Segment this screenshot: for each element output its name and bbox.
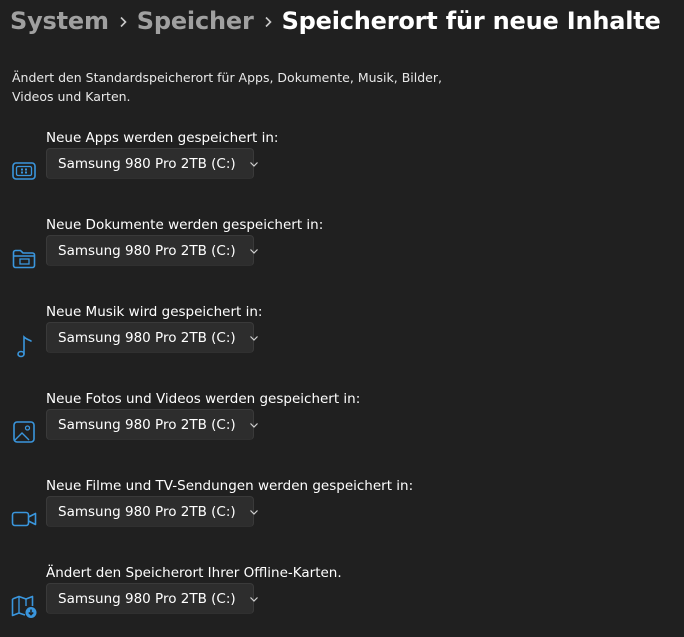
offline-map-icon	[10, 592, 38, 620]
dropdown-value: Samsung 980 Pro 2TB (C:)	[58, 329, 236, 346]
page-title: Speicherort für neue Inhalte	[281, 7, 661, 35]
setting-documents-label: Neue Dokumente werden gespeichert in:	[46, 217, 324, 233]
setting-movies-label: Neue Filme und TV-Sendungen werden gespe…	[46, 478, 414, 494]
dropdown-value: Samsung 980 Pro 2TB (C:)	[58, 503, 236, 520]
setting-music: Neue Musik wird gespeichert in: Samsung …	[0, 303, 684, 373]
chevron-down-icon	[248, 158, 260, 170]
setting-documents: Neue Dokumente werden gespeichert in: Sa…	[0, 216, 684, 286]
documents-folder-icon	[10, 244, 38, 272]
setting-photos-label: Neue Fotos und Videos werden gespeichert…	[46, 391, 361, 407]
video-camera-icon	[10, 505, 38, 533]
dropdown-value: Samsung 980 Pro 2TB (C:)	[58, 155, 236, 172]
breadcrumb: System Speicher Speicherort für neue Inh…	[10, 3, 661, 39]
setting-offline-maps: Ändert den Speicherort Ihrer Offline-Kar…	[0, 564, 684, 634]
documents-location-dropdown[interactable]: Samsung 980 Pro 2TB (C:)	[46, 235, 258, 266]
dropdown-value: Samsung 980 Pro 2TB (C:)	[58, 416, 236, 433]
dropdown-value: Samsung 980 Pro 2TB (C:)	[58, 242, 236, 259]
chevron-down-icon	[248, 419, 260, 431]
setting-movies: Neue Filme und TV-Sendungen werden gespe…	[0, 477, 684, 547]
dropdown-value: Samsung 980 Pro 2TB (C:)	[58, 590, 236, 607]
breadcrumb-system[interactable]: System	[10, 7, 109, 35]
chevron-right-icon	[254, 12, 282, 31]
chevron-down-icon	[248, 245, 260, 257]
setting-offline-maps-label: Ändert den Speicherort Ihrer Offline-Kar…	[46, 565, 342, 581]
photo-icon	[10, 418, 38, 446]
music-note-icon	[10, 331, 38, 359]
chevron-right-icon	[109, 12, 137, 31]
setting-apps-label: Neue Apps werden gespeichert in:	[46, 130, 279, 146]
apps-location-dropdown[interactable]: Samsung 980 Pro 2TB (C:)	[46, 148, 258, 179]
chevron-down-icon	[248, 506, 260, 518]
setting-apps: Neue Apps werden gespeichert in: Samsung…	[0, 129, 684, 199]
apps-icon	[10, 157, 38, 185]
chevron-down-icon	[248, 332, 260, 344]
offline-maps-location-dropdown[interactable]: Samsung 980 Pro 2TB (C:)	[46, 583, 258, 614]
photos-location-dropdown[interactable]: Samsung 980 Pro 2TB (C:)	[46, 409, 258, 440]
chevron-down-icon	[248, 593, 260, 605]
setting-music-label: Neue Musik wird gespeichert in:	[46, 304, 263, 320]
setting-photos: Neue Fotos und Videos werden gespeichert…	[0, 390, 684, 460]
music-location-dropdown[interactable]: Samsung 980 Pro 2TB (C:)	[46, 322, 258, 353]
movies-location-dropdown[interactable]: Samsung 980 Pro 2TB (C:)	[46, 496, 258, 527]
breadcrumb-speicher[interactable]: Speicher	[137, 7, 254, 35]
page-description: Ändert den Standardspeicherort für Apps,…	[12, 70, 442, 104]
